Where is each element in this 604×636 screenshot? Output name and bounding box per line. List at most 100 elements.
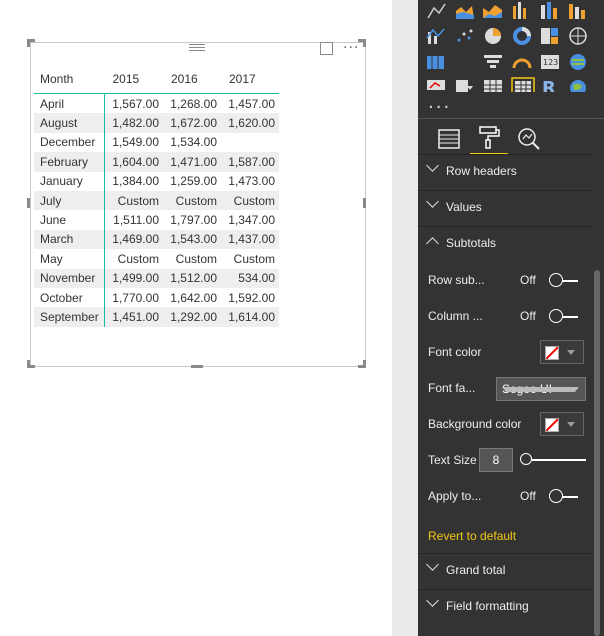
year-column-header[interactable]: 2016 — [163, 65, 221, 94]
apply-to-label: Apply to... — [428, 489, 482, 503]
cell-value: 1,437.00 — [221, 229, 279, 250]
cell-value: 1,672.00 — [163, 113, 221, 133]
cell-value: 1,482.00 — [104, 113, 163, 133]
table-row: December 1,549.00 1,534.00 — [34, 132, 279, 153]
scatter-chart-icon[interactable] — [457, 29, 473, 42]
table-row: April 1,567.00 1,268.00 1,457.00 — [34, 93, 279, 114]
area-chart-icon[interactable] — [456, 6, 474, 19]
table-icon[interactable] — [484, 80, 502, 92]
table-row: June 1,511.00 1,797.00 1,347.00 — [34, 210, 279, 230]
column-chart-icon[interactable] — [513, 2, 526, 19]
cell-value: 1,469.00 — [104, 229, 163, 250]
table-row: February 1,604.00 1,471.00 1,587.00 — [34, 152, 279, 172]
waterfall-chart-icon[interactable] — [569, 4, 585, 19]
table-row: May Custom Custom Custom — [34, 249, 279, 269]
section-row-headers[interactable]: Row headers — [418, 154, 594, 189]
report-canvas: ··· Month 2015 2016 2017 April 1,567.00 1,… — [0, 0, 392, 636]
cell-value: Custom — [117, 251, 159, 266]
cell-value: 1,457.00 — [228, 96, 275, 111]
table-row: September 1,451.00 1,292.00 1,614.00 — [34, 307, 279, 327]
row-label: February — [34, 152, 105, 172]
line-chart-icon[interactable] — [427, 3, 446, 19]
treemap-icon[interactable] — [541, 28, 558, 44]
cell-value: 1,499.00 — [104, 268, 163, 288]
row-label: November — [34, 268, 105, 288]
resize-handle[interactable] — [27, 39, 30, 47]
r-visual-icon[interactable]: R — [542, 78, 556, 92]
font-family-dropdown[interactable]: Segoe UI — [496, 377, 586, 401]
cell-value: 1,620.00 — [221, 113, 279, 133]
resize-handle[interactable] — [27, 360, 30, 368]
focus-mode-icon[interactable] — [320, 42, 333, 55]
matrix-visual[interactable]: ··· Month 2015 2016 2017 April 1,567.00 1,… — [30, 40, 366, 367]
card-icon[interactable]: 123 — [541, 55, 559, 69]
cell-value: 1,614.00 — [221, 307, 279, 327]
kpi-icon[interactable] — [427, 80, 445, 90]
row-label: December — [34, 132, 105, 153]
multirow-card-icon[interactable] — [570, 54, 586, 70]
text-size-slider-thumb[interactable] — [520, 453, 532, 465]
section-label: Values — [446, 200, 482, 214]
cell-value: 1,549.00 — [112, 135, 159, 150]
funnel-chart-icon[interactable] — [484, 55, 502, 68]
drag-grip-icon[interactable] — [189, 42, 205, 51]
column-subtotals-label: Column ... — [428, 309, 483, 323]
arcgis-map-icon[interactable] — [570, 80, 586, 92]
chevron-down-icon — [567, 422, 575, 427]
matrix-icon[interactable] — [511, 77, 535, 92]
cell-value: 534.00 — [221, 268, 279, 288]
cell-value: 1,347.00 — [228, 213, 275, 228]
chevron-down-icon — [426, 195, 439, 208]
table-row: October 1,770.00 1,642.00 1,592.00 — [34, 287, 279, 308]
donut-chart-icon[interactable] — [513, 27, 531, 45]
font-family-label: Font fa... — [428, 381, 476, 395]
row-subtotals-toggle[interactable] — [549, 273, 581, 287]
year-column-header[interactable]: 2017 — [221, 65, 279, 94]
section-subtotals[interactable]: Subtotals — [418, 226, 594, 261]
pie-chart-icon[interactable] — [485, 28, 501, 44]
cell-value: Custom — [163, 190, 221, 211]
stacked-column-icon[interactable] — [541, 2, 557, 19]
resize-handle[interactable] — [363, 39, 366, 47]
resize-handle[interactable] — [363, 198, 366, 208]
text-size-slider-track[interactable] — [532, 459, 586, 461]
more-options-icon[interactable]: ··· — [343, 40, 359, 56]
format-paintroller-icon[interactable] — [476, 124, 502, 150]
resize-handle[interactable] — [363, 360, 366, 368]
cell-value: 1,384.00 — [112, 174, 159, 189]
chevron-down-icon — [426, 558, 439, 571]
apply-to-state: Off — [520, 489, 536, 503]
pane-scrollbar[interactable] — [594, 270, 600, 636]
text-size-label: Text Size — [428, 453, 477, 467]
ribbon-chart-icon[interactable] — [483, 5, 502, 18]
resize-handle[interactable] — [191, 365, 203, 368]
year-column-header[interactable]: 2015 — [105, 65, 164, 94]
column-subtotals-toggle[interactable] — [549, 309, 581, 323]
resize-handle[interactable] — [27, 198, 30, 208]
month-column-header[interactable]: Month — [34, 65, 105, 94]
analytics-icon[interactable] — [516, 126, 542, 152]
visualization-gallery: 123 R — [426, 2, 587, 92]
revert-to-default-link[interactable]: Revert to default — [428, 529, 516, 543]
section-field-formatting[interactable]: Field formatting — [418, 589, 594, 624]
text-size-input[interactable]: 8 — [479, 448, 513, 472]
section-grand-total[interactable]: Grand total — [418, 553, 594, 588]
row-label: August — [34, 113, 105, 133]
row-label: June — [34, 210, 105, 230]
map-icon[interactable] — [569, 27, 587, 45]
table-row: July Custom Custom Custom — [34, 190, 279, 211]
font-color-picker[interactable] — [540, 340, 584, 364]
cell-value: 1,534.00 — [170, 135, 217, 150]
gauge-icon[interactable] — [512, 58, 532, 69]
fields-icon[interactable] — [436, 126, 462, 152]
slicer-icon[interactable] — [456, 80, 473, 92]
row-label: April — [34, 93, 105, 114]
more-visuals-icon[interactable]: ... — [428, 92, 451, 113]
combo-chart-icon[interactable] — [426, 28, 445, 44]
table-row: November 1,499.00 1,512.00 534.00 — [34, 268, 279, 288]
font-color-label: Font color — [428, 345, 482, 359]
section-values[interactable]: Values — [418, 190, 594, 225]
background-color-picker[interactable] — [540, 412, 584, 436]
apply-to-toggle[interactable] — [549, 489, 581, 503]
filled-map-icon[interactable] — [427, 56, 444, 69]
